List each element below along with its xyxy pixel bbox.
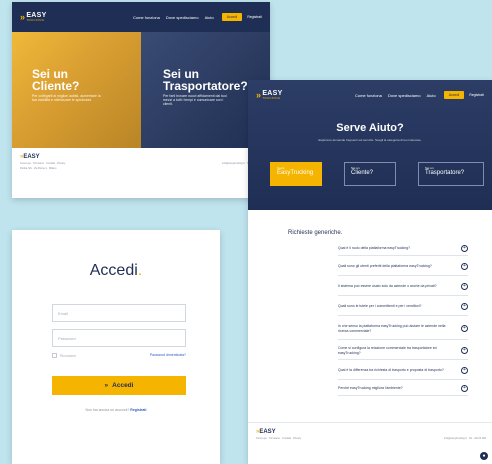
help-logo-chevron-icon: » [256,90,262,100]
help-footer-logo-text: EASY [259,429,276,435]
help-navbar: » EASY TRUCKING Come funziona Dove spedi… [248,80,492,110]
help-nav-link-where[interactable]: Dove spedisciamo [388,93,421,98]
faq-item[interactable]: In che senso la piattaforma easyTrucking… [338,318,468,340]
client-hero-title: Sei un Cliente? [32,67,80,93]
faq-item[interactable]: Come si configura la relazione commercia… [338,342,468,360]
login-title: Accedi. [12,262,220,280]
faq-question: In che senso la piattaforma easyTrucking… [338,324,446,333]
remember-checkbox[interactable] [52,353,57,358]
forgot-password-link[interactable]: Password dimenticata? [150,353,186,357]
home-footer: »EASY Cerca qui · Chi siamo · Contatti ·… [12,148,270,198]
carrier-hero-subtitle: Per farti trovare nuovi affidamenti dai … [163,94,227,106]
help-subtitle: Esplora le domande frequenti sul servizi… [318,138,422,142]
brand-logo[interactable]: » EASY TRUCKING [20,12,47,22]
plus-icon[interactable]: + [461,303,468,310]
category-big-label: Trasportatore? [425,170,465,176]
help-logo-subtext: TRUCKING [262,96,281,100]
chevrons-icon: » [104,382,109,389]
faq-item[interactable]: Quali sono le tutele per i committenti e… [338,298,468,316]
login-page-preview: Accedi. Email Password Ricordami Passwor… [12,230,220,464]
nav-login-button[interactable]: Accedi [221,13,243,21]
help-nav-register-link[interactable]: Registrati [469,93,484,97]
nav-link-how[interactable]: Come funziona [133,15,160,20]
faq-question: Il sistema può essere usato solo da azie… [338,284,437,289]
register-prompt-text: Non hai ancora un account? [85,408,130,412]
faq-item[interactable]: Perché easyTrucking migliora l'ambiente?… [338,382,468,396]
faq-item[interactable]: Qual è il ruolo della piattaforma easyTr… [338,242,468,256]
remember-label: Ricordami [60,353,76,358]
faq-item[interactable]: Qual è la differenza tra richiesta di tr… [338,362,468,380]
footer-meta: Partita IVA · Via Roma 1 · Milano [20,167,57,170]
home-page-preview: » EASY TRUCKING Come funziona Dove spedi… [12,2,270,198]
plus-icon[interactable]: + [461,385,468,392]
login-title-text: Accedi [89,262,138,279]
help-hero: » EASY TRUCKING Come funziona Dove spedi… [248,80,492,210]
client-hero-subtitle: Per collegarti ai migliori autisti, aume… [32,94,101,102]
footer-logo: »EASY [20,154,262,160]
help-nav-link-help[interactable]: Aiuto [427,93,436,98]
home-hero: Sei un Cliente? Per collegarti ai miglio… [12,32,270,148]
nav-register-link[interactable]: Registrati [247,15,262,19]
email-field[interactable]: Email [52,304,186,322]
faq-question: Qual è la differenza tra richiesta di tr… [338,368,444,373]
help-footer: »EASY Cerca qui · Chi siamo · Contatti ·… [248,422,492,464]
help-nav-links: Come funziona Dove spedisciamo Aiuto [355,93,436,98]
chat-icon[interactable]: ● [480,452,488,460]
faq-question: Qual è il ruolo della piattaforma easyTr… [338,246,411,251]
faq-question: Perché easyTrucking migliora l'ambiente? [338,386,403,391]
logo-subtext: TRUCKING [26,18,45,22]
plus-icon[interactable]: + [461,325,468,332]
help-nav-link-how[interactable]: Come funziona [355,93,382,98]
faq-item[interactable]: Quali sono gli utenti preferiti della pi… [338,258,468,276]
footer-logo-text: EASY [23,154,40,160]
plus-icon[interactable]: + [461,367,468,374]
faq-question: Come si configura la relazione commercia… [338,346,437,355]
faq-item[interactable]: Il sistema può essere usato solo da azie… [338,278,468,296]
top-navbar: » EASY TRUCKING Come funziona Dove spedi… [12,2,270,32]
faq-section-title: Richieste generiche. [288,230,343,236]
plus-icon[interactable]: + [461,263,468,270]
plus-icon[interactable]: + [461,283,468,290]
register-prompt: Non hai ancora un account? Registrati [12,408,220,412]
category-big-label: EasyTrucking [277,170,314,176]
help-page-preview: » EASY TRUCKING Come funziona Dove spedi… [248,80,492,464]
nav-link-help[interactable]: Aiuto [205,15,214,20]
password-field[interactable]: Password [52,329,186,347]
plus-icon[interactable]: + [461,245,468,252]
login-button-label: Accedi [112,382,134,389]
help-footer-contacts: info@easytrucking.it · Tel. +39 02 000 [444,437,486,440]
category-easytrucking[interactable]: Cos'è EasyTrucking [270,162,322,186]
help-footer-logo: »EASY [256,429,484,435]
category-big-label: Cliente? [351,170,374,176]
plus-icon[interactable]: + [461,347,468,354]
help-title: Serve Aiuto? [336,122,404,134]
faq-question: Quali sono le tutele per i committenti e… [338,304,422,309]
help-brand-logo[interactable]: » EASY TRUCKING [256,90,283,100]
login-title-dot: . [137,262,143,279]
register-link[interactable]: Registrati [130,408,146,412]
faq-question: Quali sono gli utenti preferiti della pi… [338,264,432,269]
login-button[interactable]: » Accedi [52,376,186,395]
category-carrier[interactable]: Sei un Trasportatore? [418,162,484,186]
nav-links: Come funziona Dove spedisciamo Aiuto [133,15,214,20]
logo-chevron-icon: » [20,12,26,22]
category-client[interactable]: Sei un Cliente? [344,162,396,186]
remember-me[interactable]: Ricordami [52,353,76,358]
nav-link-where[interactable]: Dove spedisciamo [166,15,199,20]
help-nav-login-button[interactable]: Accedi [443,91,465,99]
client-hero-panel[interactable]: Sei un Cliente? Per collegarti ai miglio… [12,32,141,148]
